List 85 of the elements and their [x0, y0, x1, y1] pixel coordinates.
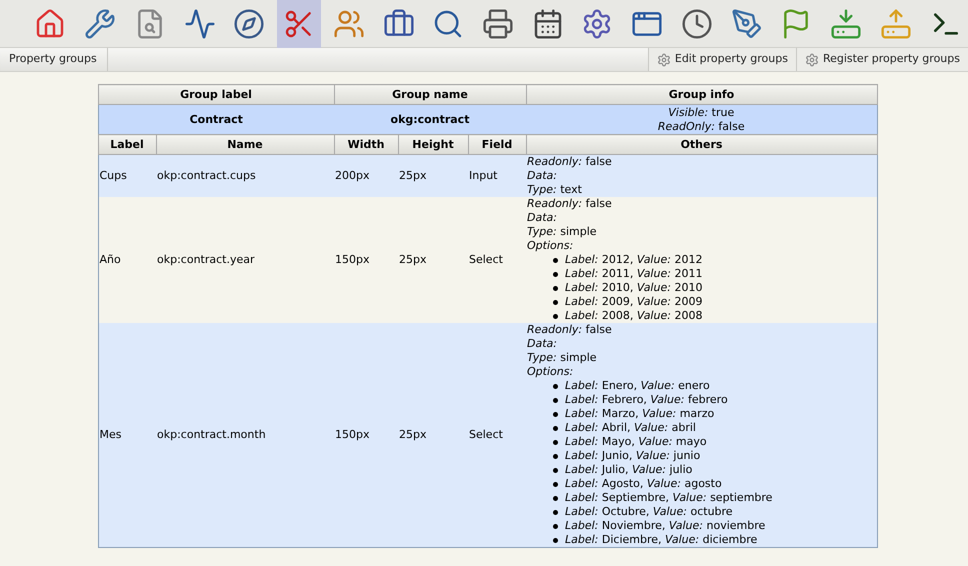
column-header: Label: [98, 134, 156, 154]
option-text: Label: 2011, Value: 2011: [565, 267, 702, 281]
clock-icon: [680, 8, 713, 40]
bullet-icon: [553, 426, 558, 430]
bullet-icon: [553, 496, 558, 500]
option-text: Label: Abril, Value: abril: [565, 421, 696, 435]
property-text: Data:: [527, 169, 557, 183]
property-text: Data:: [527, 211, 557, 225]
option-text: Label: Junio, Value: junio: [565, 449, 700, 463]
option-text: Label: 2009, Value: 2009: [565, 295, 702, 309]
bullet-icon: [553, 468, 558, 472]
breadcrumb-link[interactable]: Property groups: [0, 48, 108, 71]
bullet-icon: [553, 454, 558, 458]
column-header: Group name: [334, 84, 526, 104]
table-cell: Cups: [98, 154, 156, 197]
column-header: Height: [398, 134, 468, 154]
property-text: Options:: [527, 365, 574, 379]
column-header: Group info: [526, 84, 877, 104]
option-text: Label: 2010, Value: 2010: [565, 281, 702, 295]
option-text: Label: Mayo, Value: mayo: [565, 435, 707, 449]
gear-icon: [804, 52, 819, 66]
gear-icon: [656, 52, 671, 66]
option-text: Label: Julio, Value: julio: [565, 463, 692, 477]
bullet-icon: [553, 300, 558, 304]
option-text: Label: Octubre, Value: octubre: [565, 505, 733, 519]
option-text: Label: Septiembre, Value: septiembre: [565, 491, 772, 505]
toolbar-button[interactable]: [276, 0, 322, 48]
bullet-icon: [553, 384, 558, 388]
table-cell: Select: [468, 197, 526, 323]
option-text: Label: Febrero, Value: febrero: [565, 393, 728, 407]
table-cell: 25px: [398, 323, 468, 548]
table-cell: 150px: [334, 197, 398, 323]
action-button[interactable]: Edit property groups: [648, 48, 796, 71]
property-text: Readonly: false: [527, 155, 612, 169]
group-label: Contract: [98, 104, 334, 134]
table-cell: 25px: [398, 154, 468, 197]
table-cell: Input: [468, 154, 526, 197]
drive-upload-icon: [880, 8, 912, 40]
group-name: okg:contract: [334, 104, 526, 134]
group-info-text: Visible: true: [668, 106, 734, 120]
bullet-icon: [553, 314, 558, 318]
column-header: Group label: [98, 84, 334, 104]
column-header: Others: [526, 134, 877, 154]
option-text: Label: 2012, Value: 2012: [565, 253, 702, 267]
table-cell: okp:contract.month: [156, 323, 334, 548]
property-text: Readonly: false: [527, 323, 612, 337]
option-text: Label: Noviembre, Value: noviembre: [565, 519, 766, 533]
bullet-icon: [553, 272, 558, 276]
bullet-icon: [553, 524, 558, 528]
table-cell: okp:contract.year: [156, 197, 334, 323]
action-button[interactable]: Register property groups: [796, 48, 968, 71]
column-header: Width: [334, 134, 398, 154]
table-cell: Select: [468, 323, 526, 548]
table-cell: 200px: [334, 154, 398, 197]
option-text: Label: Marzo, Value: marzo: [565, 407, 714, 421]
table-cell: Año: [98, 197, 156, 323]
drive-download-icon: [830, 8, 862, 40]
option-text: Label: Diciembre, Value: diciembre: [565, 533, 758, 547]
property-text: Type: simple: [527, 225, 597, 239]
property-text: Type: simple: [527, 351, 597, 365]
property-text: Type: text: [527, 183, 582, 197]
group-info-text: ReadOnly: false: [658, 120, 745, 134]
table-cell: 25px: [398, 197, 468, 323]
bullet-icon: [553, 440, 558, 444]
option-text: Label: 2008, Value: 2008: [565, 309, 702, 323]
pencil-icon: [730, 8, 763, 40]
column-header: Field: [468, 134, 526, 154]
option-text: Label: Agosto, Value: agosto: [565, 477, 722, 491]
tools-icon: [84, 8, 116, 40]
table-cell: 150px: [334, 323, 398, 548]
printer-icon: [482, 8, 514, 40]
property-text: Options:: [527, 239, 574, 253]
bullet-icon: [553, 286, 558, 290]
bullet-icon: [553, 412, 558, 416]
bullet-icon: [553, 258, 558, 262]
option-text: Label: Enero, Value: enero: [565, 379, 710, 393]
bullet-icon: [553, 510, 558, 514]
table-cell: Mes: [98, 323, 156, 548]
table-cell: okp:contract.cups: [156, 154, 334, 197]
bullet-icon: [553, 482, 558, 486]
property-text: Data:: [527, 337, 557, 351]
bullet-icon: [553, 398, 558, 402]
column-header: Name: [156, 134, 334, 154]
bullet-icon: [553, 538, 558, 542]
property-text: Readonly: false: [527, 197, 612, 211]
